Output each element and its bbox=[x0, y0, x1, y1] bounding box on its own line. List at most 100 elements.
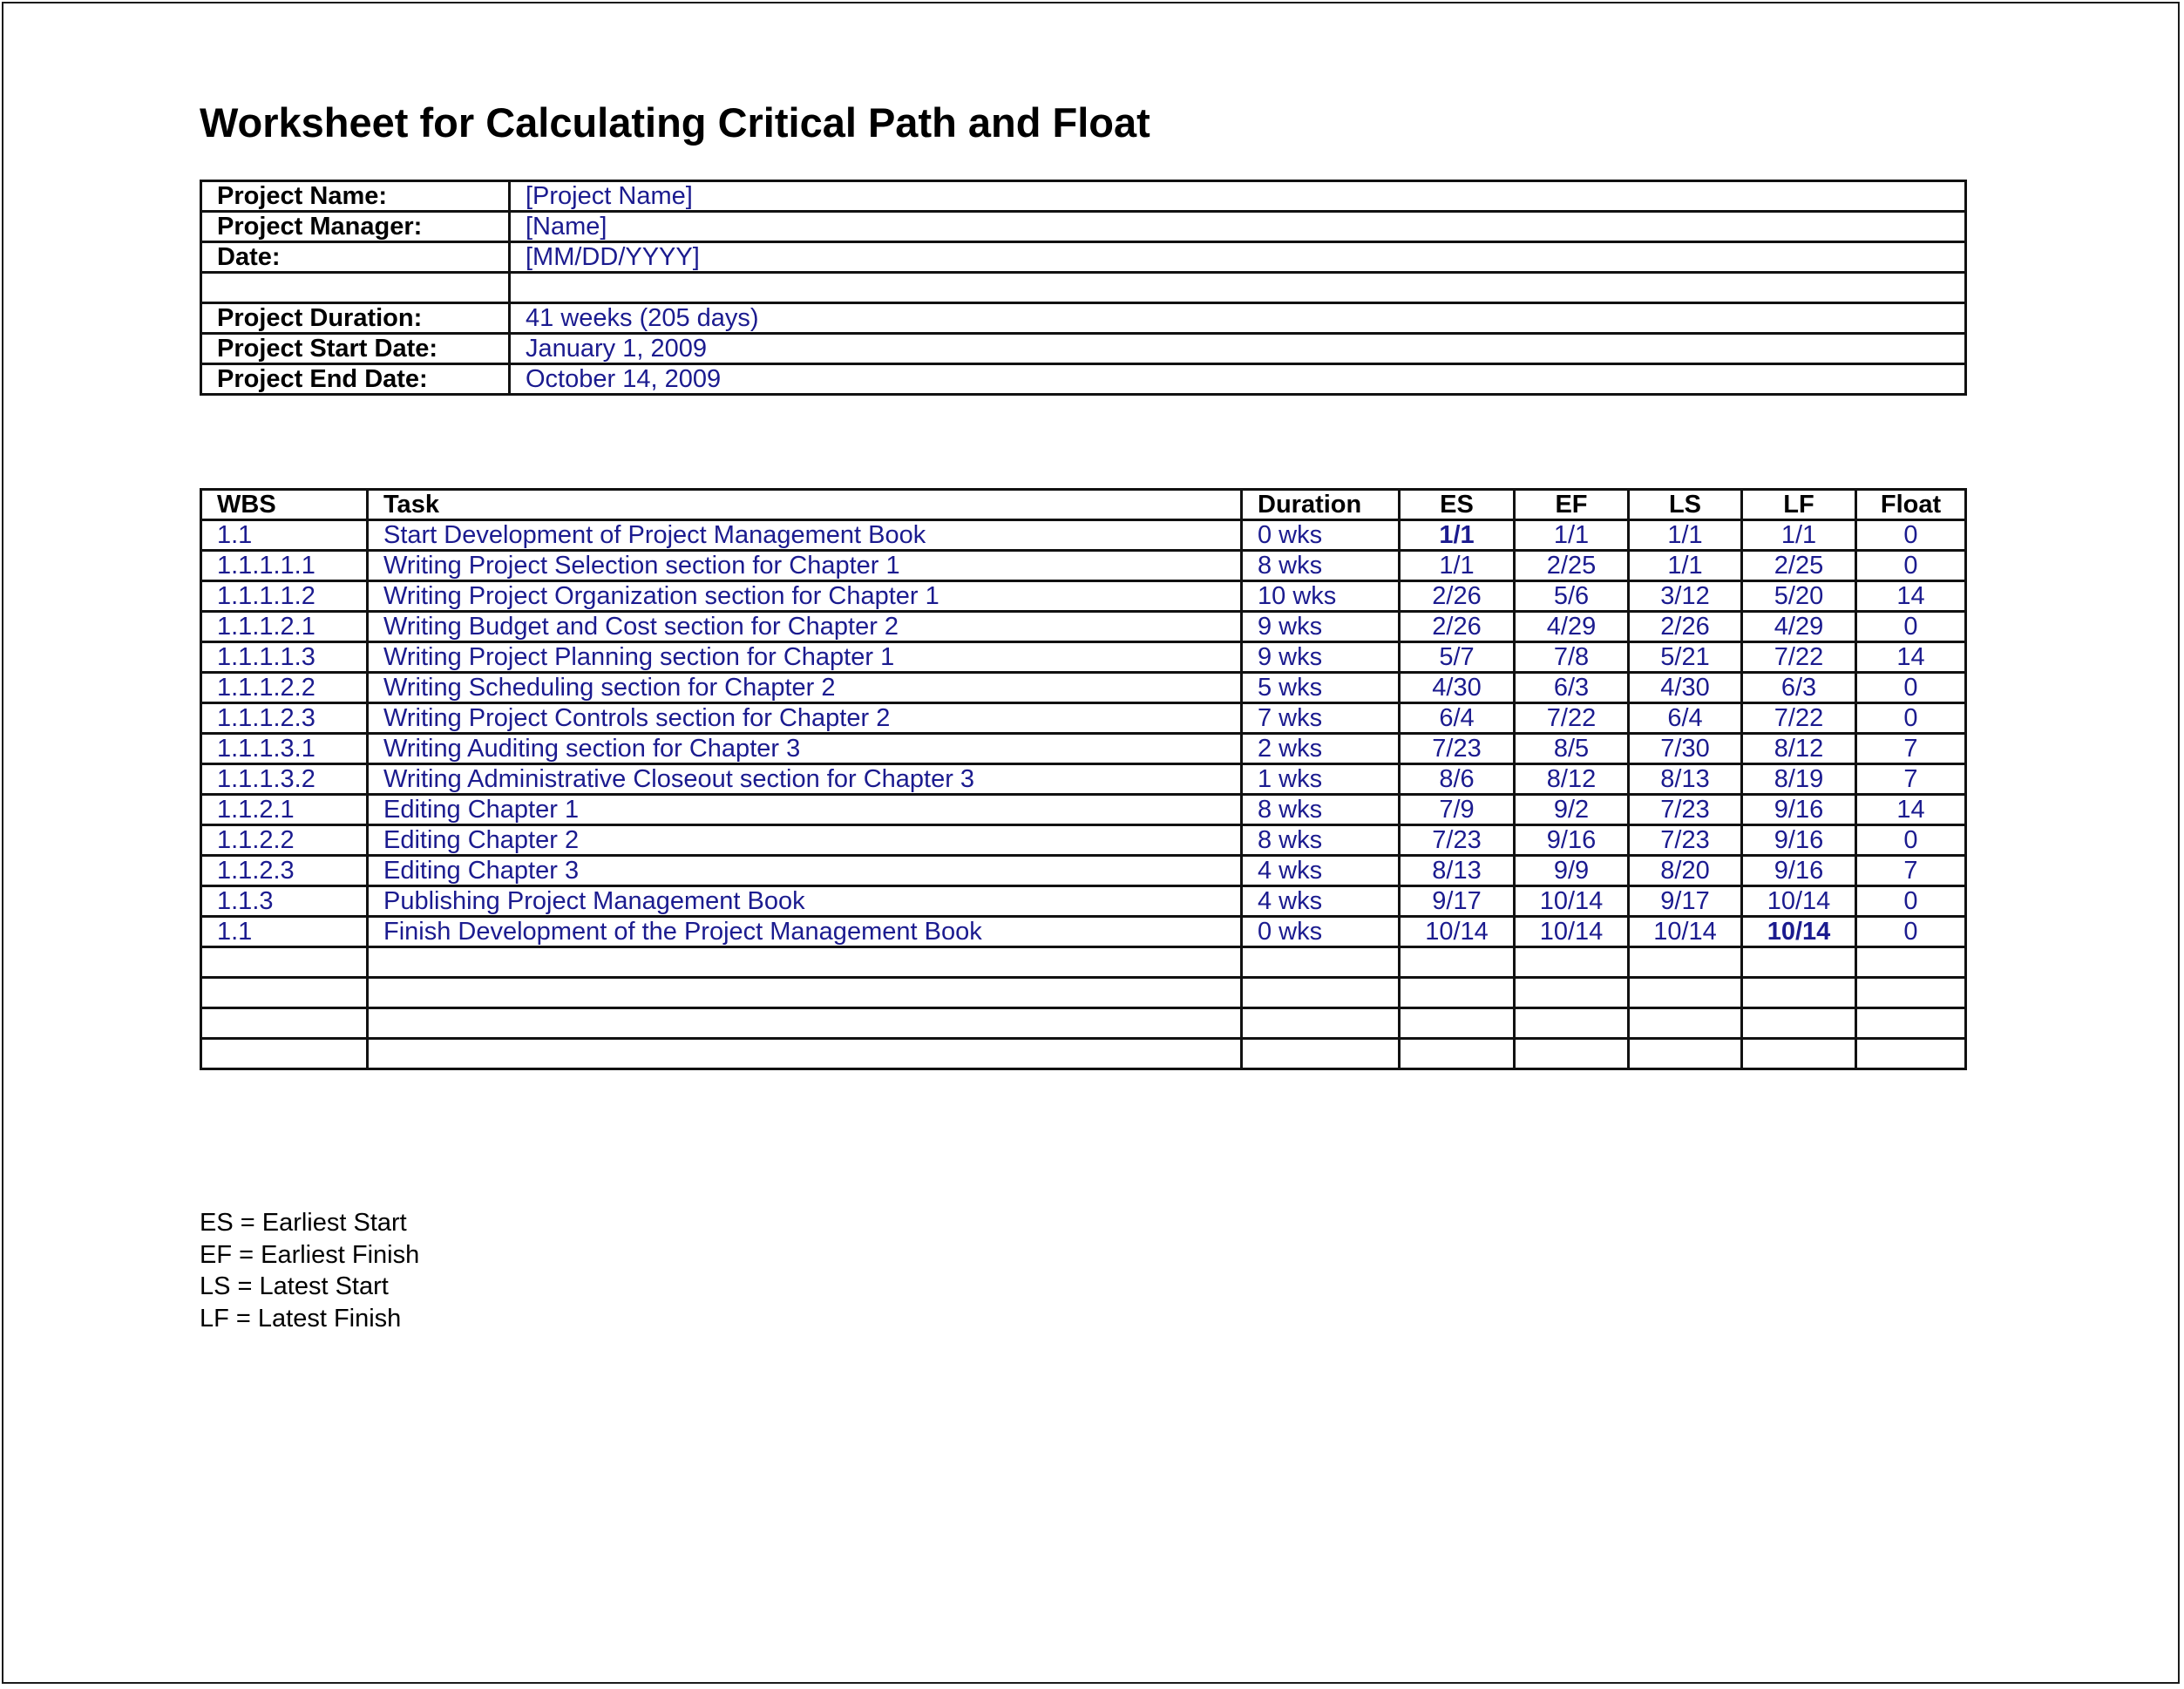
cell-float[interactable]: 0 bbox=[1855, 610, 1967, 643]
cell-task[interactable] bbox=[366, 1037, 1243, 1070]
cell-wbs[interactable]: 1.1.2.1 bbox=[200, 793, 369, 826]
cell-lf[interactable]: 10/14 bbox=[1740, 885, 1857, 918]
cell-ef[interactable]: 6/3 bbox=[1513, 671, 1630, 704]
cell-float[interactable] bbox=[1855, 946, 1967, 979]
cell-duration[interactable]: 10 wks bbox=[1240, 580, 1401, 613]
cell-float[interactable] bbox=[1855, 1007, 1967, 1040]
cell-es[interactable] bbox=[1398, 946, 1516, 979]
cell-lf[interactable]: 5/20 bbox=[1740, 580, 1857, 613]
cell-duration[interactable] bbox=[1240, 1007, 1401, 1040]
cell-duration[interactable]: 7 wks bbox=[1240, 702, 1401, 735]
cell-lf[interactable]: 2/25 bbox=[1740, 549, 1857, 582]
cell-es[interactable] bbox=[1398, 976, 1516, 1009]
cell-task[interactable] bbox=[366, 946, 1243, 979]
cell-lf[interactable]: 10/14 bbox=[1740, 915, 1857, 948]
project-info-value[interactable]: 41 weeks (205 days) bbox=[508, 302, 1967, 335]
project-info-value[interactable]: [MM/DD/YYYY] bbox=[508, 241, 1967, 274]
cell-lf[interactable]: 7/22 bbox=[1740, 641, 1857, 674]
cell-ls[interactable]: 3/12 bbox=[1627, 580, 1743, 613]
cell-es[interactable]: 4/30 bbox=[1398, 671, 1516, 704]
cell-duration[interactable]: 0 wks bbox=[1240, 519, 1401, 552]
cell-es[interactable]: 7/23 bbox=[1398, 732, 1516, 765]
cell-ls[interactable]: 1/1 bbox=[1627, 549, 1743, 582]
cell-float[interactable] bbox=[1855, 976, 1967, 1009]
cell-float[interactable]: 7 bbox=[1855, 763, 1967, 796]
cell-task[interactable]: Editing Chapter 1 bbox=[366, 793, 1243, 826]
cell-duration[interactable] bbox=[1240, 976, 1401, 1009]
cell-ef[interactable]: 8/12 bbox=[1513, 763, 1630, 796]
cell-es[interactable]: 10/14 bbox=[1398, 915, 1516, 948]
cell-duration[interactable]: 1 wks bbox=[1240, 763, 1401, 796]
cell-ef[interactable]: 9/9 bbox=[1513, 854, 1630, 887]
cell-duration[interactable]: 0 wks bbox=[1240, 915, 1401, 948]
cell-task[interactable]: Writing Project Planning section for Cha… bbox=[366, 641, 1243, 674]
cell-float[interactable]: 0 bbox=[1855, 915, 1967, 948]
cell-ls[interactable]: 10/14 bbox=[1627, 915, 1743, 948]
cell-duration[interactable]: 4 wks bbox=[1240, 885, 1401, 918]
cell-ls[interactable]: 5/21 bbox=[1627, 641, 1743, 674]
cell-float[interactable]: 14 bbox=[1855, 793, 1967, 826]
cell-es[interactable]: 7/9 bbox=[1398, 793, 1516, 826]
cell-duration[interactable]: 5 wks bbox=[1240, 671, 1401, 704]
cell-task[interactable]: Writing Budget and Cost section for Chap… bbox=[366, 610, 1243, 643]
cell-ls[interactable]: 8/20 bbox=[1627, 854, 1743, 887]
cell-float[interactable]: 0 bbox=[1855, 702, 1967, 735]
cell-wbs[interactable]: 1.1.1.3.1 bbox=[200, 732, 369, 765]
cell-duration[interactable]: 4 wks bbox=[1240, 854, 1401, 887]
cell-duration[interactable]: 2 wks bbox=[1240, 732, 1401, 765]
cell-lf[interactable] bbox=[1740, 1007, 1857, 1040]
cell-task[interactable]: Writing Project Controls section for Cha… bbox=[366, 702, 1243, 735]
cell-duration[interactable]: 8 wks bbox=[1240, 824, 1401, 857]
cell-ef[interactable]: 8/5 bbox=[1513, 732, 1630, 765]
cell-ls[interactable] bbox=[1627, 1037, 1743, 1070]
cell-wbs[interactable]: 1.1.1.2.2 bbox=[200, 671, 369, 704]
cell-task[interactable]: Writing Auditing section for Chapter 3 bbox=[366, 732, 1243, 765]
cell-es[interactable]: 6/4 bbox=[1398, 702, 1516, 735]
cell-task[interactable]: Editing Chapter 3 bbox=[366, 854, 1243, 887]
cell-ls[interactable]: 6/4 bbox=[1627, 702, 1743, 735]
cell-task[interactable]: Editing Chapter 2 bbox=[366, 824, 1243, 857]
cell-lf[interactable]: 4/29 bbox=[1740, 610, 1857, 643]
cell-duration[interactable]: 9 wks bbox=[1240, 610, 1401, 643]
cell-es[interactable]: 8/13 bbox=[1398, 854, 1516, 887]
cell-wbs[interactable] bbox=[200, 1007, 369, 1040]
cell-lf[interactable]: 7/22 bbox=[1740, 702, 1857, 735]
project-info-value[interactable]: January 1, 2009 bbox=[508, 332, 1967, 365]
cell-lf[interactable]: 6/3 bbox=[1740, 671, 1857, 704]
cell-ls[interactable]: 8/13 bbox=[1627, 763, 1743, 796]
cell-duration[interactable]: 8 wks bbox=[1240, 793, 1401, 826]
cell-es[interactable] bbox=[1398, 1007, 1516, 1040]
cell-wbs[interactable]: 1.1.1.3.2 bbox=[200, 763, 369, 796]
cell-duration[interactable] bbox=[1240, 946, 1401, 979]
cell-wbs[interactable]: 1.1.1.1.3 bbox=[200, 641, 369, 674]
cell-duration[interactable] bbox=[1240, 1037, 1401, 1070]
cell-task[interactable] bbox=[366, 1007, 1243, 1040]
cell-es[interactable]: 9/17 bbox=[1398, 885, 1516, 918]
cell-wbs[interactable]: 1.1.2.2 bbox=[200, 824, 369, 857]
cell-float[interactable]: 0 bbox=[1855, 885, 1967, 918]
cell-lf[interactable]: 8/19 bbox=[1740, 763, 1857, 796]
cell-ls[interactable]: 7/23 bbox=[1627, 793, 1743, 826]
cell-ls[interactable] bbox=[1627, 976, 1743, 1009]
cell-es[interactable]: 8/6 bbox=[1398, 763, 1516, 796]
cell-ls[interactable]: 9/17 bbox=[1627, 885, 1743, 918]
cell-ls[interactable]: 7/30 bbox=[1627, 732, 1743, 765]
cell-float[interactable]: 0 bbox=[1855, 824, 1967, 857]
cell-ef[interactable]: 4/29 bbox=[1513, 610, 1630, 643]
cell-float[interactable]: 7 bbox=[1855, 854, 1967, 887]
cell-lf[interactable]: 9/16 bbox=[1740, 854, 1857, 887]
cell-wbs[interactable]: 1.1.2.3 bbox=[200, 854, 369, 887]
cell-task[interactable]: Writing Project Organization section for… bbox=[366, 580, 1243, 613]
cell-ef[interactable]: 5/6 bbox=[1513, 580, 1630, 613]
cell-float[interactable]: 14 bbox=[1855, 580, 1967, 613]
cell-task[interactable]: Publishing Project Management Book bbox=[366, 885, 1243, 918]
cell-task[interactable]: Writing Scheduling section for Chapter 2 bbox=[366, 671, 1243, 704]
cell-lf[interactable] bbox=[1740, 1037, 1857, 1070]
cell-es[interactable]: 1/1 bbox=[1398, 549, 1516, 582]
cell-wbs[interactable]: 1.1.3 bbox=[200, 885, 369, 918]
cell-lf[interactable]: 9/16 bbox=[1740, 793, 1857, 826]
cell-ef[interactable]: 10/14 bbox=[1513, 915, 1630, 948]
cell-ls[interactable] bbox=[1627, 946, 1743, 979]
cell-task[interactable]: Finish Development of the Project Manage… bbox=[366, 915, 1243, 948]
cell-ef[interactable]: 7/8 bbox=[1513, 641, 1630, 674]
